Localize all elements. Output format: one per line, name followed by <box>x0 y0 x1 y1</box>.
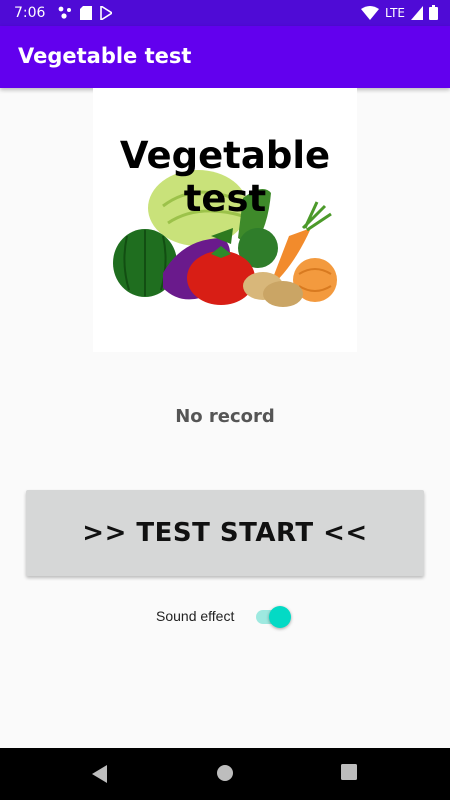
status-time: 7:06 <box>14 5 46 21</box>
status-system-icons: LTE <box>361 5 438 20</box>
record-status: No record <box>175 406 275 427</box>
network-type: LTE <box>385 5 405 20</box>
hero-title: Vegetable test <box>119 134 331 220</box>
status-notification-icons <box>58 6 112 20</box>
signal-icon <box>411 5 423 20</box>
dots-notification-icon <box>58 6 71 19</box>
sd-card-icon <box>80 6 92 20</box>
vegetables-illustration <box>113 170 337 307</box>
app-bar: Vegetable test <box>0 26 450 88</box>
play-store-icon <box>100 6 112 20</box>
app-title: Vegetable test <box>18 44 192 68</box>
back-icon[interactable] <box>90 764 108 784</box>
recents-icon[interactable] <box>341 764 357 780</box>
wifi-icon <box>361 5 380 20</box>
home-icon[interactable] <box>216 764 234 782</box>
status-bar: 7:06 LTE <box>0 0 450 26</box>
hero-image: Vegetable test <box>93 88 357 352</box>
battery-icon <box>429 5 438 20</box>
sound-effect-label: Sound effect <box>156 608 235 624</box>
test-start-button[interactable]: >> TEST START << <box>26 490 424 576</box>
sound-effect-toggle[interactable] <box>256 606 292 628</box>
navigation-bar <box>0 748 450 800</box>
sound-effect-row: Sound effect <box>0 602 450 630</box>
toggle-thumb <box>269 606 291 628</box>
